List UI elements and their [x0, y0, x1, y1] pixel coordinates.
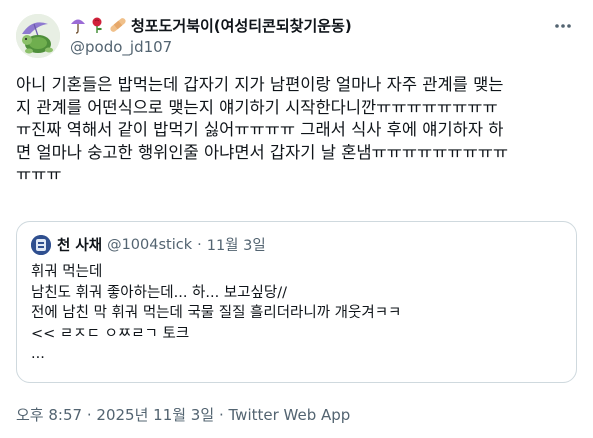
meta-separator: · — [218, 406, 224, 424]
tweet-text: 아니 기혼들은 밥먹는데 갑자기 지가 남편이랑 얼마나 자주 관계를 맺는 지… — [16, 74, 580, 187]
tweet-text-line: 아니 기혼들은 밥먹는데 갑자기 지가 남편이랑 얼마나 자주 관계를 맺는 — [16, 75, 504, 94]
quote-avatar[interactable] — [31, 234, 51, 255]
quote-separator: · — [197, 236, 202, 253]
quote-text-line: ... — [31, 346, 45, 362]
tweet-text-line: ㅠㅠㅠ — [16, 165, 62, 184]
quote-header: 천 사채 @1004stick · 11월 3일 — [31, 234, 266, 255]
more-dots-icon — [555, 24, 571, 28]
bandage-icon — [108, 16, 128, 34]
handle[interactable]: @podo_jd107 — [70, 37, 540, 57]
tweet-card: 청포도거북이(여성티콘되찾기운동) @podo_jd107 아니 기혼들은 밥먹… — [0, 0, 593, 438]
more-options-button[interactable] — [551, 14, 575, 38]
meta-separator: · — [86, 406, 92, 424]
quote-date[interactable]: 11월 3일 — [207, 234, 266, 255]
tweet-date[interactable]: 2025년 11월 3일 — [96, 406, 214, 424]
tweet-source[interactable]: Twitter Web App — [229, 406, 351, 424]
quoted-tweet[interactable]: 천 사채 @1004stick · 11월 3일 휘궈 먹는데 남친도 휘궈 좋… — [16, 221, 577, 383]
display-name: 청포도거북이(여성티콘되찾기운동) — [131, 16, 352, 35]
tweet-text-line: 지 관계를 어떤식으로 맺는지 얘기하기 시작한다니깐ㅠㅠㅠㅠㅠㅠㅠㅠ — [16, 97, 498, 117]
quote-text-line: 남친도 휘궈 좋아하는데... 하... 보고싶당// — [31, 284, 287, 301]
quote-text-line: 전에 남친 막 휘궈 먹는데 국물 질질 흘리더라니까 개웃겨ㅋㅋ — [31, 305, 402, 321]
turtle-avatar-image — [16, 14, 60, 58]
tweet-text-line: 면 얼마나 숭고한 행위인줄 아냐면서 갑자기 날 혼냄ㅠㅠㅠㅠㅠㅠㅠㅠㅠ — [16, 142, 509, 162]
quote-text-line: << ㄹㅈㄷ ㅇㅉㄹㄱ 토크 — [31, 325, 190, 342]
tweet-meta: 오후 8:57 · 2025년 11월 3일 · Twitter Web App — [16, 404, 350, 425]
tweet-time[interactable]: 오후 8:57 — [16, 406, 82, 424]
rose-icon — [89, 16, 105, 34]
quote-body: 휘궈 먹는데 남친도 휘궈 좋아하는데... 하... 보고싶당// 전에 남친… — [31, 262, 401, 365]
display-name-row[interactable]: 청포도거북이(여성티콘되찾기운동) — [70, 14, 540, 36]
quote-handle: @1004stick — [107, 236, 193, 253]
avatar[interactable] — [16, 14, 60, 58]
quote-text-line: 휘궈 먹는데 — [31, 264, 103, 280]
tweet-text-line: ㅠ진짜 역해서 같이 밥먹기 싫어ㅠㅠㅠㅠ 그래서 식사 후에 얘기하자 하 — [16, 120, 504, 139]
author-block: 청포도거북이(여성티콘되찾기운동) @podo_jd107 — [70, 14, 540, 57]
umbrella-icon — [70, 16, 86, 34]
quote-display-name: 천 사채 — [57, 238, 103, 254]
